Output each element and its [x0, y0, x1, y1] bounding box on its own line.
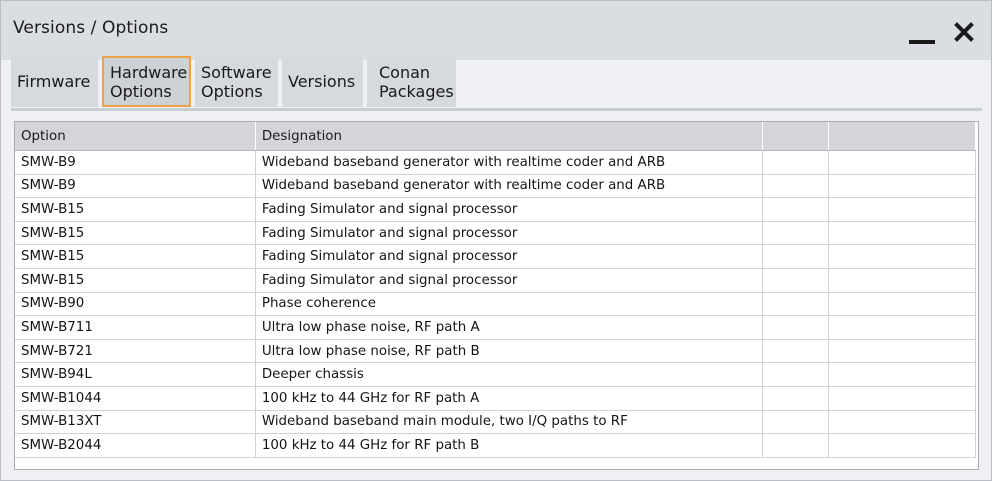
minimize-button[interactable]: [907, 21, 941, 45]
designation-cell: Fading Simulator and signal processor: [255, 268, 764, 293]
empty-cell: [828, 197, 977, 222]
option-cell: SMW-B15: [15, 244, 256, 269]
empty-cell: [828, 362, 977, 387]
tab-label: Versions: [288, 72, 356, 91]
empty-cell: [828, 339, 977, 364]
tab-firmware[interactable]: Firmware: [11, 56, 98, 107]
option-cell: SMW-B15: [15, 197, 256, 222]
options-table: Option Designation SMW-B9 Wideband baseba…: [15, 122, 977, 458]
designation-cell: Wideband baseband main module, two I/Q p…: [255, 410, 764, 435]
column-header-option[interactable]: Option: [15, 122, 256, 151]
table-header: Option Designation: [15, 122, 977, 151]
window-title: Versions / Options: [13, 18, 169, 38]
option-cell: SMW-B15: [15, 221, 256, 246]
option-cell: SMW-B2044: [15, 433, 256, 458]
empty-cell: [828, 150, 977, 175]
tab-strip: Firmware Hardware Options Software Optio…: [11, 56, 460, 107]
empty-cell: [828, 386, 977, 411]
option-cell: SMW-B9: [15, 150, 256, 175]
tab-software-options[interactable]: Software Options: [195, 56, 278, 107]
empty-cell: [762, 315, 829, 340]
empty-cell: [762, 221, 829, 246]
option-cell: SMW-B15: [15, 268, 256, 293]
tab-hardware-options[interactable]: Hardware Options: [102, 56, 191, 107]
designation-cell: Fading Simulator and signal processor: [255, 197, 764, 222]
column-header-designation[interactable]: Designation: [255, 122, 764, 151]
tab-label: Software Options: [201, 62, 272, 101]
table-body: SMW-B9 Wideband baseband generator with r…: [15, 150, 977, 458]
table-row[interactable]: SMW-B9 Wideband baseband generator with r…: [15, 150, 977, 175]
table-row[interactable]: SMW-B721 Ultra low phase noise, RF path B: [15, 339, 977, 364]
table-row[interactable]: SMW-B711 Ultra low phase noise, RF path A: [15, 315, 977, 340]
empty-cell: [762, 410, 829, 435]
designation-cell: Phase coherence: [255, 292, 764, 317]
tab-versions[interactable]: Versions: [282, 56, 363, 107]
title-bar[interactable]: Versions / Options: [1, 1, 991, 60]
column-header-blank-1[interactable]: [762, 122, 829, 151]
empty-cell: [828, 410, 977, 435]
tab-label: Conan Packages: [379, 62, 454, 101]
option-cell: SMW-B721: [15, 339, 256, 364]
table-row[interactable]: SMW-B15 Fading Simulator and signal proce…: [15, 244, 977, 269]
table-row[interactable]: SMW-B15 Fading Simulator and signal proce…: [15, 268, 977, 293]
empty-cell: [762, 150, 829, 175]
close-icon: [954, 22, 974, 42]
designation-cell: Ultra low phase noise, RF path A: [255, 315, 764, 340]
table-row[interactable]: SMW-B15 Fading Simulator and signal proce…: [15, 221, 977, 246]
table-row[interactable]: SMW-B2044 100 kHz to 44 GHz for RF path B: [15, 433, 977, 458]
table-row[interactable]: SMW-B1044 100 kHz to 44 GHz for RF path A: [15, 386, 977, 411]
empty-cell: [828, 221, 977, 246]
column-header-blank-2[interactable]: [828, 122, 977, 151]
tab-conan-packages[interactable]: Conan Packages: [367, 56, 456, 107]
empty-cell: [762, 339, 829, 364]
empty-cell: [762, 362, 829, 387]
designation-cell: Wideband baseband generator with realtim…: [255, 150, 764, 175]
empty-cell: [828, 292, 977, 317]
empty-cell: [762, 433, 829, 458]
options-table-container[interactable]: Option Designation SMW-B9 Wideband baseba…: [14, 121, 979, 470]
empty-cell: [828, 315, 977, 340]
tab-label: Hardware Options: [110, 62, 188, 101]
tab-label: Firmware: [17, 72, 91, 91]
table-row[interactable]: SMW-B90 Phase coherence: [15, 292, 977, 317]
designation-cell: 100 kHz to 44 GHz for RF path A: [255, 386, 764, 411]
option-cell: SMW-B9: [15, 174, 256, 199]
designation-cell: Fading Simulator and signal processor: [255, 244, 764, 269]
option-cell: SMW-B94L: [15, 362, 256, 387]
empty-cell: [762, 174, 829, 199]
designation-cell: Ultra low phase noise, RF path B: [255, 339, 764, 364]
designation-cell: Fading Simulator and signal processor: [255, 221, 764, 246]
empty-cell: [762, 268, 829, 293]
table-row[interactable]: SMW-B15 Fading Simulator and signal proce…: [15, 197, 977, 222]
empty-cell: [828, 174, 977, 199]
option-cell: SMW-B13XT: [15, 410, 256, 435]
table-row[interactable]: SMW-B9 Wideband baseband generator with r…: [15, 174, 977, 199]
empty-cell: [828, 433, 977, 458]
versions-options-dialog: Versions / Options Firmware Hardware Opt…: [0, 0, 992, 481]
option-cell: SMW-B90: [15, 292, 256, 317]
table-row[interactable]: SMW-B13XT Wideband baseband main module, …: [15, 410, 977, 435]
tab-divider: [11, 108, 982, 111]
table-row[interactable]: SMW-B94L Deeper chassis: [15, 362, 977, 387]
empty-cell: [828, 268, 977, 293]
empty-cell: [762, 197, 829, 222]
option-cell: SMW-B1044: [15, 386, 256, 411]
empty-cell: [762, 386, 829, 411]
empty-cell: [762, 292, 829, 317]
empty-cell: [762, 244, 829, 269]
close-button[interactable]: [951, 19, 977, 45]
option-cell: SMW-B711: [15, 315, 256, 340]
minimize-icon: [909, 40, 935, 44]
empty-cell: [828, 244, 977, 269]
designation-cell: Wideband baseband generator with realtim…: [255, 174, 764, 199]
designation-cell: Deeper chassis: [255, 362, 764, 387]
designation-cell: 100 kHz to 44 GHz for RF path B: [255, 433, 764, 458]
